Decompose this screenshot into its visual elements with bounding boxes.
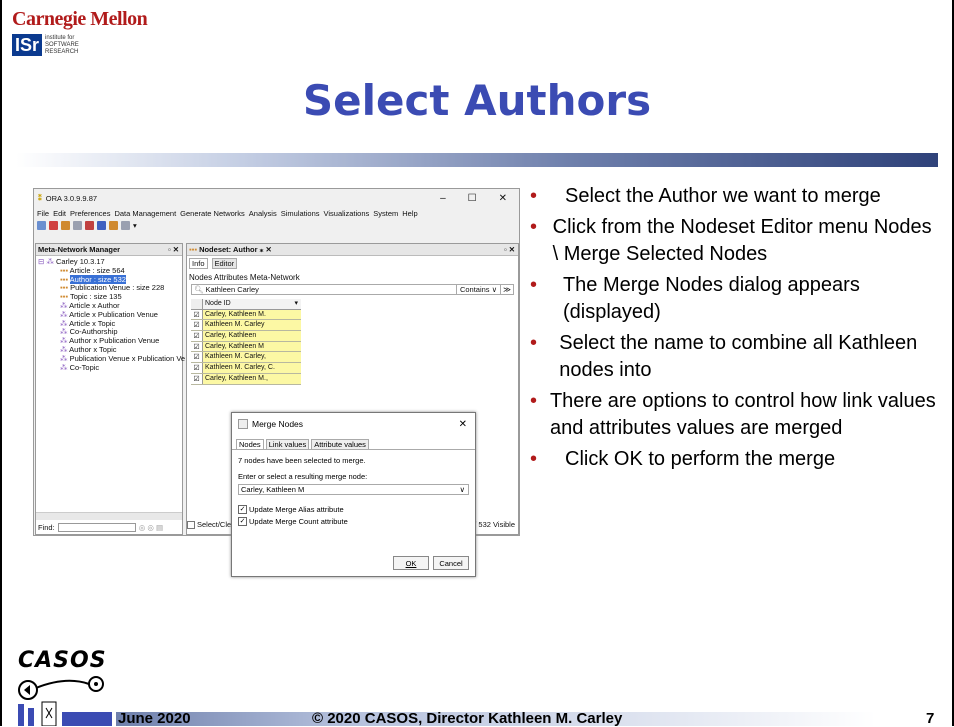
toolbar: ▾ [34,219,519,231]
tab-attribute-values[interactable]: Attribute values [311,439,369,449]
grid2-icon[interactable] [121,220,130,230]
casos-logo: CASOS [16,648,116,726]
dialog-info: 7 nodes have been selected to merge. [238,456,366,465]
search-icon[interactable] [37,220,46,230]
dialog-tabs: Nodes Link values Attribute values [232,435,475,450]
isr-text: institute for SOFTWARE RESEARCH [45,34,79,55]
footer-date: June 2020 [118,710,191,727]
grid-icon[interactable] [73,220,82,230]
panel-controls-icon[interactable]: ▫ ✕ [168,245,179,254]
ns-search-bar: 🔍︎ Kathleen Carley Contains ∨ ≫ [191,284,514,295]
bullet-list: • Select the Author we want to merge • Cli… [530,183,940,473]
java-icon [238,419,248,429]
count-checkbox[interactable]: ✓ Update Merge Count attribute [232,514,475,526]
bullet-item: • Click OK to perform the merge [530,448,836,470]
select-clear[interactable]: Select/Cle [187,520,231,529]
menu-bar: File Edit Preferences Data Management Ge… [34,207,519,219]
mm-header: Meta-Network Manager ▫ ✕ [36,244,182,256]
panel-controls-icon[interactable]: ▫ ✕ [504,245,515,254]
ok-button[interactable]: OK [393,556,429,570]
menu-edit[interactable]: Edit [53,209,66,218]
cmu-logo: Carnegie Mellon [12,8,148,30]
merge-nodes-dialog: Merge Nodes ✕ Nodes Link values Attribut… [231,412,476,577]
tab-link-values[interactable]: Link values [265,439,310,449]
expand-icon[interactable]: ≫ [500,285,513,294]
network2-icon[interactable] [109,220,118,230]
contains-dropdown[interactable]: Contains ∨ [455,285,500,294]
table-row[interactable]: ☑ Kathleen M. Carley [191,320,301,332]
table-row[interactable]: ☑ Carley, Kathleen M., [191,373,301,385]
bullet-item: • There are options to control how link v… [530,390,936,439]
ns-submenu[interactable]: Nodes Attributes Meta-Network [187,271,518,284]
table-row[interactable]: ☑ Kathleen M. Carley, C. [191,363,301,374]
tab-info[interactable]: Info [189,258,208,269]
find-input[interactable] [57,523,136,532]
table-row[interactable]: ☑ Kathleen M. Carley, [191,352,301,364]
window-title: ORA 3.0.9.9.87 [45,193,98,203]
table-row[interactable]: ☑ Carley, Kathleen [191,331,301,342]
close-icon[interactable]: ✕ [459,419,475,430]
table-row[interactable]: ☑ Carley, Kathleen M [191,341,301,353]
find-bar: Find: ◎ ◎ ▤ [38,523,163,532]
meta-network-manager: Meta-Network Manager ▫ ✕ ⊟ ⁂ Carley 10.3… [35,243,185,535]
users-icon[interactable] [85,220,94,230]
dialog-title: Merge Nodes [252,419,304,429]
visible-count: / 532 Visible [474,520,515,529]
minimize-icon[interactable]: – [440,193,446,204]
cancel-button[interactable]: Cancel [433,556,469,570]
dialog-titlebar: Merge Nodes ✕ [232,413,475,435]
slide-title: Select Authors [302,76,652,125]
menu-system[interactable]: System [373,209,398,218]
dropdown-icon[interactable]: ▾ [133,221,137,230]
tree: ⊟ ⁂ Carley 10.3.17 ▪▪▪ Article : size 56… [36,256,185,373]
menu-simulations[interactable]: Simulations [281,209,320,218]
bullet-item: • Select the name to combine all Kathleen… [530,332,918,381]
col-node-id[interactable]: Node ID [205,300,231,307]
page-number: 7 [926,710,935,727]
isr-mark: ISr [12,34,43,56]
merge-node-select[interactable]: Carley, Kathleen M ∨ [238,484,469,495]
user-icon[interactable] [97,220,106,230]
menu-preferences[interactable]: Preferences [70,209,110,218]
menu-file[interactable]: File [37,209,49,218]
ora-icon: ⁑ [38,193,42,203]
dialog-prompt: Enter or select a resulting merge node: [238,472,368,481]
menu-visualizations[interactable]: Visualizations [324,209,370,218]
isr-logo: ISr institute for SOFTWARE RESEARCH [12,34,87,56]
find-options-icon[interactable]: ◎ ◎ ▤ [139,523,163,532]
search-input[interactable]: Kathleen Carley [206,285,259,294]
maximize-icon[interactable]: ☐ [468,193,477,204]
menu-data-management[interactable]: Data Management [114,209,176,218]
casos-wordmark: CASOS [18,648,107,673]
bullet-item: • Select the Author we want to merge [530,185,881,207]
close-icon[interactable]: ✕ [499,193,507,204]
menu-help[interactable]: Help [402,209,417,218]
search-icon: 🔍︎ [194,285,204,294]
node-table: Node ID ▾ ☑ Carley, Kathleen M. ☑ Kathleen … [191,299,301,385]
tree-item[interactable]: ⁂ Co-Topic [38,363,182,373]
menu-generate-networks[interactable]: Generate Networks [180,209,245,218]
title-bar: ⁑ ORA 3.0.9.9.87 – ☐ ✕ [34,189,519,207]
h-scrollbar[interactable] [36,512,182,520]
mm-title: Meta-Network Manager [38,245,121,254]
casos-graphic [18,676,112,726]
table-header: Node ID ▾ [191,299,301,310]
alias-checkbox[interactable]: ✓ Update Merge Alias attribute [232,495,475,514]
bullet-item: • The Merge Nodes dialog appears (display… [530,274,860,323]
ns-title: Nodeset: Author [199,245,258,254]
footer-copyright: © 2020 CASOS, Director Kathleen M. Carle… [312,710,623,727]
tab-editor[interactable]: Editor [211,258,238,269]
find-label: Find: [38,523,55,532]
menu-analysis[interactable]: Analysis [249,209,277,218]
tab-nodes[interactable]: Nodes [236,439,264,449]
bullet-item: • Click from the Nodeset Editor menu Node… [530,216,932,265]
ns-header: ▪▪▪ Nodeset: Author ⁎ ✕ ▫ ✕ [187,244,518,256]
table-row[interactable]: ☑ Carley, Kathleen M. [191,309,301,321]
ns-tabs: Info Editor [187,256,518,271]
dialog-buttons: OK Cancel [393,556,469,570]
network-icon[interactable] [61,220,70,230]
header-divider [16,153,938,167]
save-icon[interactable] [49,220,58,230]
